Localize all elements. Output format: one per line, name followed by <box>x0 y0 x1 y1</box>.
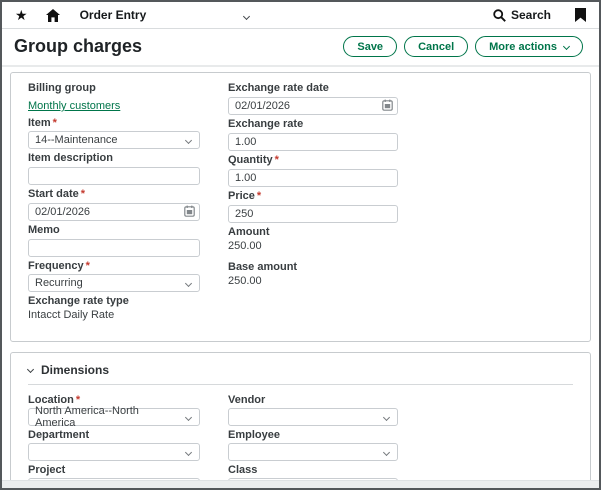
price-input[interactable] <box>228 205 398 223</box>
charge-details-panel: Billing group Monthly customers Item* 14… <box>10 72 591 342</box>
search-icon <box>493 9 506 22</box>
favorite-star-icon[interactable]: ★ <box>15 8 28 22</box>
vendor-label: Vendor <box>228 394 398 406</box>
chevron-down-icon <box>383 414 390 421</box>
search-button[interactable]: Search <box>493 8 551 22</box>
chevron-down-icon <box>185 137 192 144</box>
home-icon[interactable] <box>46 9 60 22</box>
quantity-input[interactable] <box>228 169 398 187</box>
search-label: Search <box>511 8 551 22</box>
employee-select[interactable] <box>228 443 398 461</box>
exchange-rate-input[interactable] <box>228 133 398 151</box>
vendor-field: Vendor <box>228 394 398 426</box>
frequency-field: Frequency* Recurring <box>28 260 200 292</box>
cancel-button[interactable]: Cancel <box>404 36 468 57</box>
start-date-label: Start date <box>28 188 79 200</box>
frequency-select[interactable]: Recurring <box>28 274 200 292</box>
amount-field: Amount 250.00 <box>228 226 398 252</box>
frequency-label: Frequency <box>28 260 84 272</box>
memo-input[interactable] <box>28 239 200 257</box>
bookmark-icon[interactable] <box>575 8 586 22</box>
amount-value: 250.00 <box>228 240 398 252</box>
location-field: Location* North America--North America <box>28 394 200 426</box>
department-field: Department <box>28 429 200 461</box>
dimensions-right-column: Vendor Employee Clas <box>228 394 398 490</box>
required-marker: * <box>275 154 279 166</box>
item-description-input[interactable] <box>28 167 200 185</box>
base-amount-field: Base amount 250.00 <box>228 261 398 287</box>
base-amount-value: 250.00 <box>228 275 398 287</box>
class-label: Class <box>228 464 398 476</box>
billing-group-label: Billing group <box>28 82 200 94</box>
department-label: Department <box>28 429 200 441</box>
dimensions-left-column: Location* North America--North America D… <box>28 394 200 490</box>
dimensions-title: Dimensions <box>41 363 109 377</box>
employee-field: Employee <box>228 429 398 461</box>
form-left-column: Billing group Monthly customers Item* 14… <box>28 82 200 330</box>
quantity-field: Quantity* <box>228 154 398 187</box>
project-label: Project <box>28 464 200 476</box>
chevron-down-icon <box>563 43 570 50</box>
app-window: ★ Order Entry Search Group charges Save … <box>0 0 601 490</box>
item-field: Item* 14--Maintenance <box>28 117 200 149</box>
exchange-rate-type-value: Intacct Daily Rate <box>28 309 200 321</box>
chevron-down-icon <box>27 365 34 372</box>
item-description-label: Item description <box>28 152 200 164</box>
department-select[interactable] <box>28 443 200 461</box>
dimensions-panel: Dimensions Location* North America--Nort… <box>10 352 591 490</box>
start-date-input[interactable] <box>28 203 200 221</box>
exchange-rate-label: Exchange rate <box>228 118 398 130</box>
exchange-rate-type-field: Exchange rate type Intacct Daily Rate <box>28 295 200 321</box>
memo-field: Memo <box>28 224 200 257</box>
dimensions-section-toggle[interactable]: Dimensions <box>28 362 573 385</box>
billing-group-field: Billing group Monthly customers <box>28 82 200 114</box>
amount-label: Amount <box>228 226 398 238</box>
calendar-icon[interactable] <box>382 99 393 111</box>
required-marker: * <box>86 260 90 272</box>
bottom-strip <box>2 480 599 488</box>
item-select[interactable]: 14--Maintenance <box>28 131 200 149</box>
base-amount-label: Base amount <box>228 261 398 273</box>
save-button[interactable]: Save <box>343 36 397 57</box>
chevron-down-icon <box>383 449 390 456</box>
price-label: Price <box>228 190 255 202</box>
required-marker: * <box>257 190 261 202</box>
page-title: Group charges <box>14 36 142 57</box>
item-selected-value: 14--Maintenance <box>35 134 118 146</box>
app-menu-chevron-down-icon[interactable] <box>244 6 249 24</box>
location-selected-value: North America--North America <box>35 405 179 429</box>
app-menu-label[interactable]: Order Entry <box>80 8 147 22</box>
calendar-icon[interactable] <box>184 205 195 217</box>
exchange-rate-field: Exchange rate <box>228 118 398 151</box>
chevron-down-icon <box>185 414 192 421</box>
frequency-selected-value: Recurring <box>35 277 83 289</box>
vendor-select[interactable] <box>228 408 398 426</box>
exchange-rate-date-field: Exchange rate date <box>228 82 398 115</box>
memo-label: Memo <box>28 224 200 236</box>
page-header: Group charges Save Cancel More actions <box>2 29 599 67</box>
start-date-field: Start date* <box>28 188 200 221</box>
chevron-down-icon <box>185 449 192 456</box>
quantity-label: Quantity <box>228 154 273 166</box>
chevron-down-icon <box>185 280 192 287</box>
more-actions-button[interactable]: More actions <box>475 36 583 57</box>
required-marker: * <box>81 188 85 200</box>
location-select[interactable]: North America--North America <box>28 408 200 426</box>
exchange-rate-date-input[interactable] <box>228 97 398 115</box>
required-marker: * <box>53 117 57 129</box>
header-actions: Save Cancel More actions <box>343 36 587 57</box>
exchange-rate-type-label: Exchange rate type <box>28 295 200 307</box>
form-right-column: Exchange rate date Exchange rate <box>228 82 398 330</box>
billing-group-link[interactable]: Monthly customers <box>28 100 120 112</box>
top-nav-bar: ★ Order Entry Search <box>2 2 599 29</box>
item-label: Item <box>28 117 51 129</box>
exchange-rate-date-label: Exchange rate date <box>228 82 398 94</box>
main-content: Billing group Monthly customers Item* 14… <box>2 67 599 490</box>
price-field: Price* <box>228 190 398 223</box>
employee-label: Employee <box>228 429 398 441</box>
item-description-field: Item description <box>28 152 200 185</box>
